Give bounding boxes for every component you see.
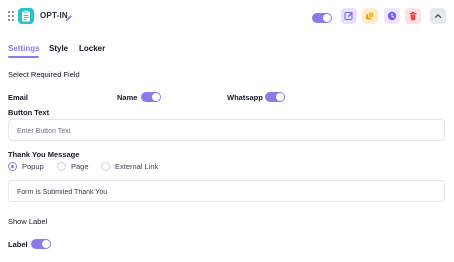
collapse-button[interactable] [430, 8, 446, 24]
tab-style[interactable]: Style [49, 44, 68, 53]
name-required-toggle[interactable] [141, 92, 161, 102]
history-icon [387, 11, 397, 21]
required-field-heading: Select Required Field [8, 70, 80, 79]
radio-external-link-label: External Link [115, 162, 159, 171]
thank-you-message-input[interactable] [9, 182, 444, 203]
active-tab-indicator [8, 56, 39, 58]
button-text-field-wrapper [8, 119, 445, 142]
thank-you-message-field-wrapper [8, 180, 445, 203]
radio-circle [8, 162, 17, 171]
block-enable-toggle[interactable] [312, 10, 332, 28]
block-header: OPT-IN [0, 0, 454, 34]
email-label: Email [8, 93, 29, 102]
button-text-input[interactable] [9, 121, 444, 142]
thank-you-label: Thank You Message [8, 150, 80, 159]
history-button[interactable] [384, 8, 400, 24]
show-label-heading: Show Label [8, 217, 48, 226]
show-label-toggle[interactable] [31, 239, 51, 249]
tab-locker[interactable]: Locker [79, 44, 105, 53]
drag-handle-icon[interactable] [8, 11, 14, 21]
radio-circle [101, 162, 110, 171]
pencil-icon[interactable] [64, 10, 74, 21]
duplicate-button[interactable] [362, 8, 378, 24]
button-text-label: Button Text [8, 108, 50, 117]
radio-popup-label: Popup [22, 162, 44, 171]
whatsapp-label: Whatsapp [227, 93, 263, 102]
trash-icon [409, 11, 417, 21]
duplicate-icon [366, 11, 375, 20]
clipboard-icon [18, 8, 34, 24]
edit-icon [344, 12, 353, 20]
label-toggle-label: Label [8, 240, 28, 249]
tab-settings[interactable]: Settings [8, 44, 40, 53]
radio-page-label: Page [71, 162, 89, 171]
chevron-up-icon [434, 14, 442, 18]
whatsapp-required-toggle[interactable] [265, 92, 285, 102]
delete-button[interactable] [405, 8, 421, 24]
name-label: Name [117, 93, 138, 102]
radio-circle [57, 162, 66, 171]
edit-button[interactable] [341, 8, 357, 24]
